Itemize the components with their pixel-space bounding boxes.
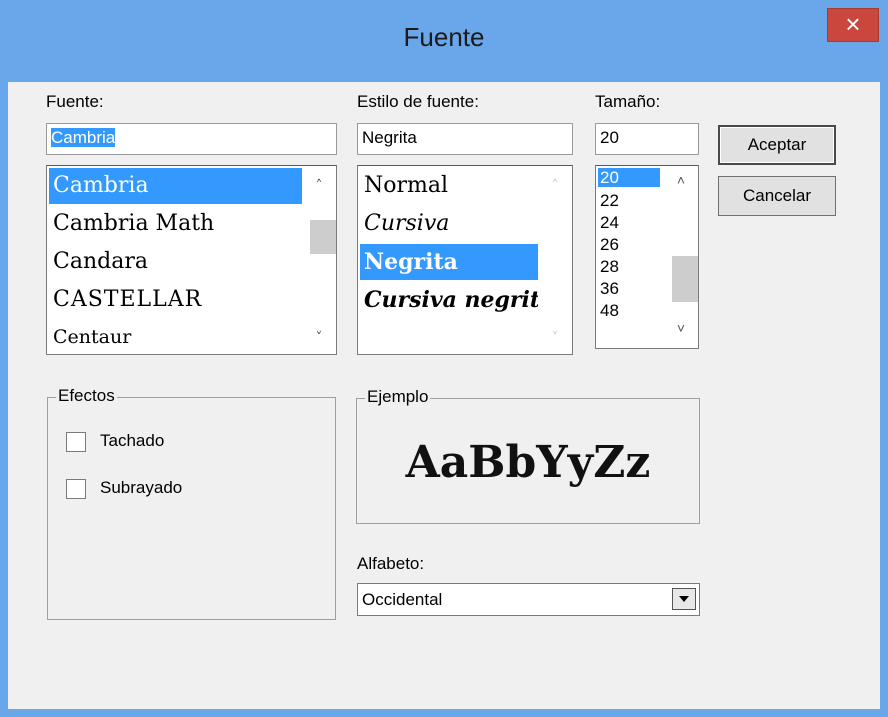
font-style-value: Negrita [362, 128, 417, 147]
list-item-style[interactable]: Normal [360, 168, 448, 204]
list-item-style[interactable]: Negrita [360, 244, 540, 280]
list-item-style[interactable]: Cursiva negrita [360, 282, 542, 318]
font-name-value: Cambria [51, 128, 116, 147]
chevron-down-icon[interactable]: ˅ [302, 330, 336, 346]
dropdown-arrow-icon[interactable] [672, 588, 696, 610]
list-item-font[interactable]: Centaur [49, 320, 131, 354]
font-size-input[interactable]: 20 [595, 123, 699, 155]
font-style-input[interactable]: Negrita [357, 123, 573, 155]
list-item-size[interactable]: 28 [598, 257, 619, 276]
font-dialog: Fuente × Fuente: Cambria Cambria Cambria… [0, 0, 888, 717]
scrollbar-thumb[interactable] [310, 220, 336, 254]
size-label: Tamaño: [595, 92, 661, 111]
script-label: Alfabeto: [357, 554, 425, 573]
effects-title: Efectos [56, 386, 117, 406]
list-item-font[interactable]: CASTELLAR [49, 282, 202, 318]
sample-title: Ejemplo [365, 387, 431, 407]
list-item-size[interactable]: 22 [598, 191, 619, 210]
font-list[interactable]: Cambria Cambria Math Candara CASTELLAR C… [46, 165, 337, 355]
font-name-input[interactable]: Cambria [46, 123, 337, 155]
ok-button[interactable]: Aceptar [718, 125, 836, 165]
list-item-size[interactable]: 20 [598, 168, 660, 187]
underline-checkbox[interactable] [66, 479, 86, 499]
list-item-font[interactable]: Cambria Math [49, 206, 214, 242]
font-list-scrollbar[interactable]: ˄ ˅ [302, 166, 336, 354]
script-combobox[interactable]: Occidental [357, 583, 700, 616]
list-item-size[interactable]: 26 [598, 235, 619, 254]
dialog-title: Fuente [403, 22, 485, 52]
chevron-up-icon[interactable]: ˄ [538, 178, 572, 194]
list-item-size[interactable]: 36 [598, 279, 619, 298]
strikeout-label[interactable]: Tachado [100, 431, 164, 451]
chevron-down-icon[interactable]: ˅ [664, 320, 698, 336]
close-icon: × [845, 9, 861, 39]
scrollbar-thumb[interactable] [672, 256, 698, 302]
sample-text: AaBbYyZz [405, 437, 651, 488]
size-list-scrollbar[interactable]: ˄ ˅ [664, 166, 698, 348]
list-item-font[interactable]: Cambria [49, 168, 303, 204]
list-item-size[interactable]: 24 [598, 213, 619, 232]
title-bar[interactable]: Fuente × [0, 0, 888, 82]
list-item-style[interactable]: Cursiva [360, 206, 449, 242]
chevron-down-icon[interactable]: ˅ [538, 330, 572, 346]
font-size-list[interactable]: 20 22 24 26 28 36 48 ˄ ˅ [595, 165, 699, 349]
cancel-button[interactable]: Cancelar [718, 176, 836, 216]
chevron-up-icon[interactable]: ˄ [664, 172, 698, 188]
style-label: Estilo de fuente: [357, 92, 479, 111]
strikeout-checkbox[interactable] [66, 432, 86, 452]
underline-label[interactable]: Subrayado [100, 478, 182, 498]
font-style-list[interactable]: Normal Cursiva Negrita Cursiva negrita ˄… [357, 165, 573, 355]
font-label: Fuente: [46, 92, 104, 111]
sample-group: Ejemplo AaBbYyZz [356, 387, 700, 524]
list-item-size[interactable]: 48 [598, 301, 619, 320]
effects-group: Efectos Tachado Subrayado [47, 386, 336, 620]
close-button[interactable]: × [827, 8, 879, 42]
style-list-scrollbar[interactable]: ˄ ˅ [538, 166, 572, 354]
font-size-value: 20 [600, 128, 619, 147]
script-value: Occidental [362, 590, 443, 609]
chevron-up-icon[interactable]: ˄ [302, 178, 336, 194]
dialog-body: Fuente: Cambria Cambria Cambria Math Can… [8, 82, 880, 709]
list-item-font[interactable]: Candara [49, 244, 148, 280]
